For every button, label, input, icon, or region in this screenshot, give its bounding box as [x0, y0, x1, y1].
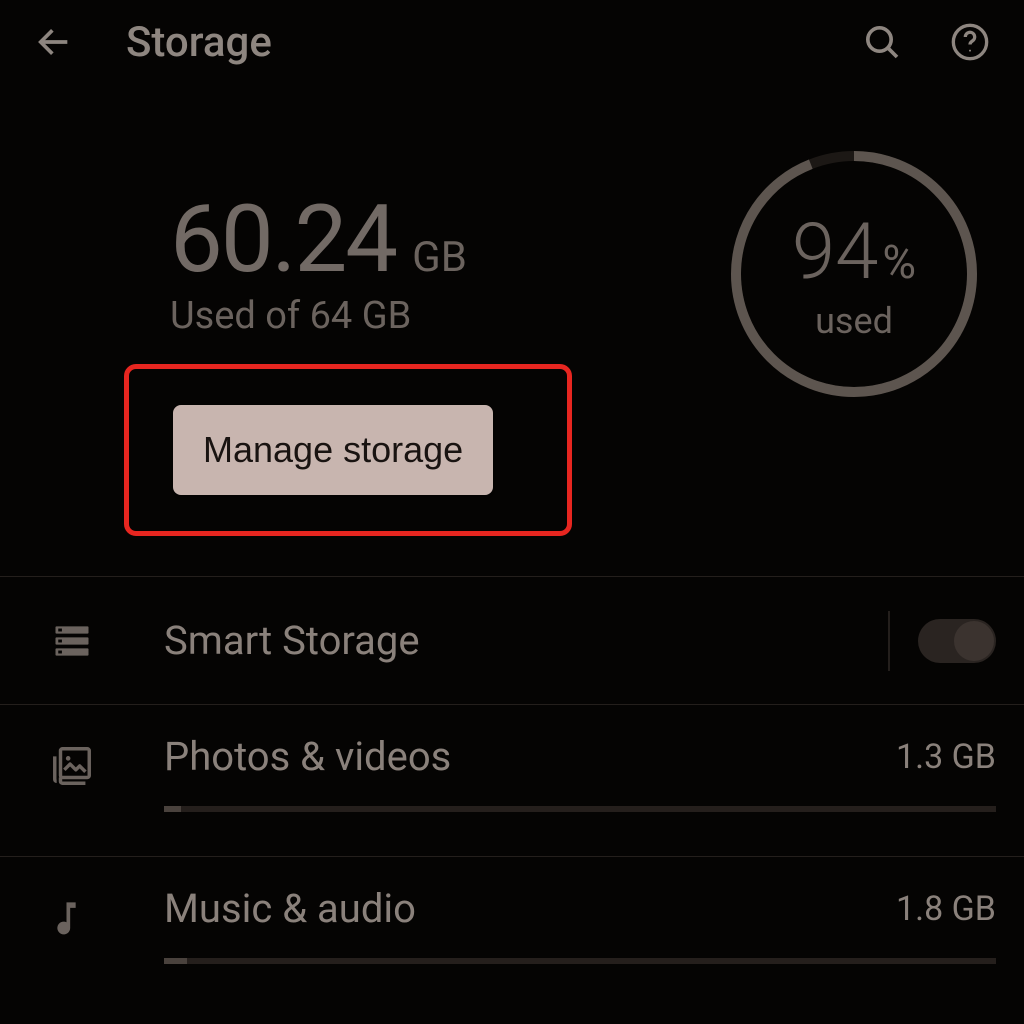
category-progress-bar: [164, 958, 996, 964]
search-button[interactable]: [852, 12, 912, 72]
category-size: 1.3 GB: [896, 733, 996, 777]
smart-storage-label: Smart Storage: [164, 617, 860, 664]
divider: [888, 611, 890, 671]
category-progress-bar: [164, 806, 996, 812]
page-title: Storage: [126, 18, 272, 67]
search-icon: [862, 22, 902, 62]
category-label: Photos & videos: [164, 733, 451, 780]
storage-used-unit: GB: [412, 233, 467, 282]
manage-storage-button[interactable]: Manage storage: [173, 405, 493, 495]
percent-used-value: 94: [792, 207, 879, 298]
category-row-music[interactable]: Music & audio 1.8 GB: [0, 856, 1024, 1008]
music-icon: [50, 895, 94, 939]
category-row-photos[interactable]: Photos & videos 1.3 GB: [0, 704, 1024, 856]
smart-storage-toggle[interactable]: [918, 619, 996, 663]
smart-storage-row[interactable]: Smart Storage: [0, 576, 1024, 704]
toggle-knob: [954, 621, 994, 661]
back-button[interactable]: [24, 12, 84, 72]
storage-donut-chart: 94 % used: [724, 144, 984, 404]
percent-used-label: used: [815, 300, 893, 342]
help-button[interactable]: [940, 12, 1000, 72]
photos-icon: [49, 743, 95, 789]
category-label: Music & audio: [164, 885, 416, 932]
category-size: 1.8 GB: [896, 885, 996, 929]
help-icon: [950, 22, 990, 62]
category-progress-fill: [164, 806, 181, 812]
percent-symbol: %: [882, 236, 916, 290]
category-progress-fill: [164, 958, 187, 964]
manage-storage-highlight: Manage storage: [124, 364, 572, 536]
storage-used-of: Used of 64 GB: [170, 294, 684, 338]
storage-used-value: 60.24: [170, 184, 396, 294]
storage-server-icon: [50, 619, 94, 663]
back-arrow-icon: [34, 22, 74, 62]
